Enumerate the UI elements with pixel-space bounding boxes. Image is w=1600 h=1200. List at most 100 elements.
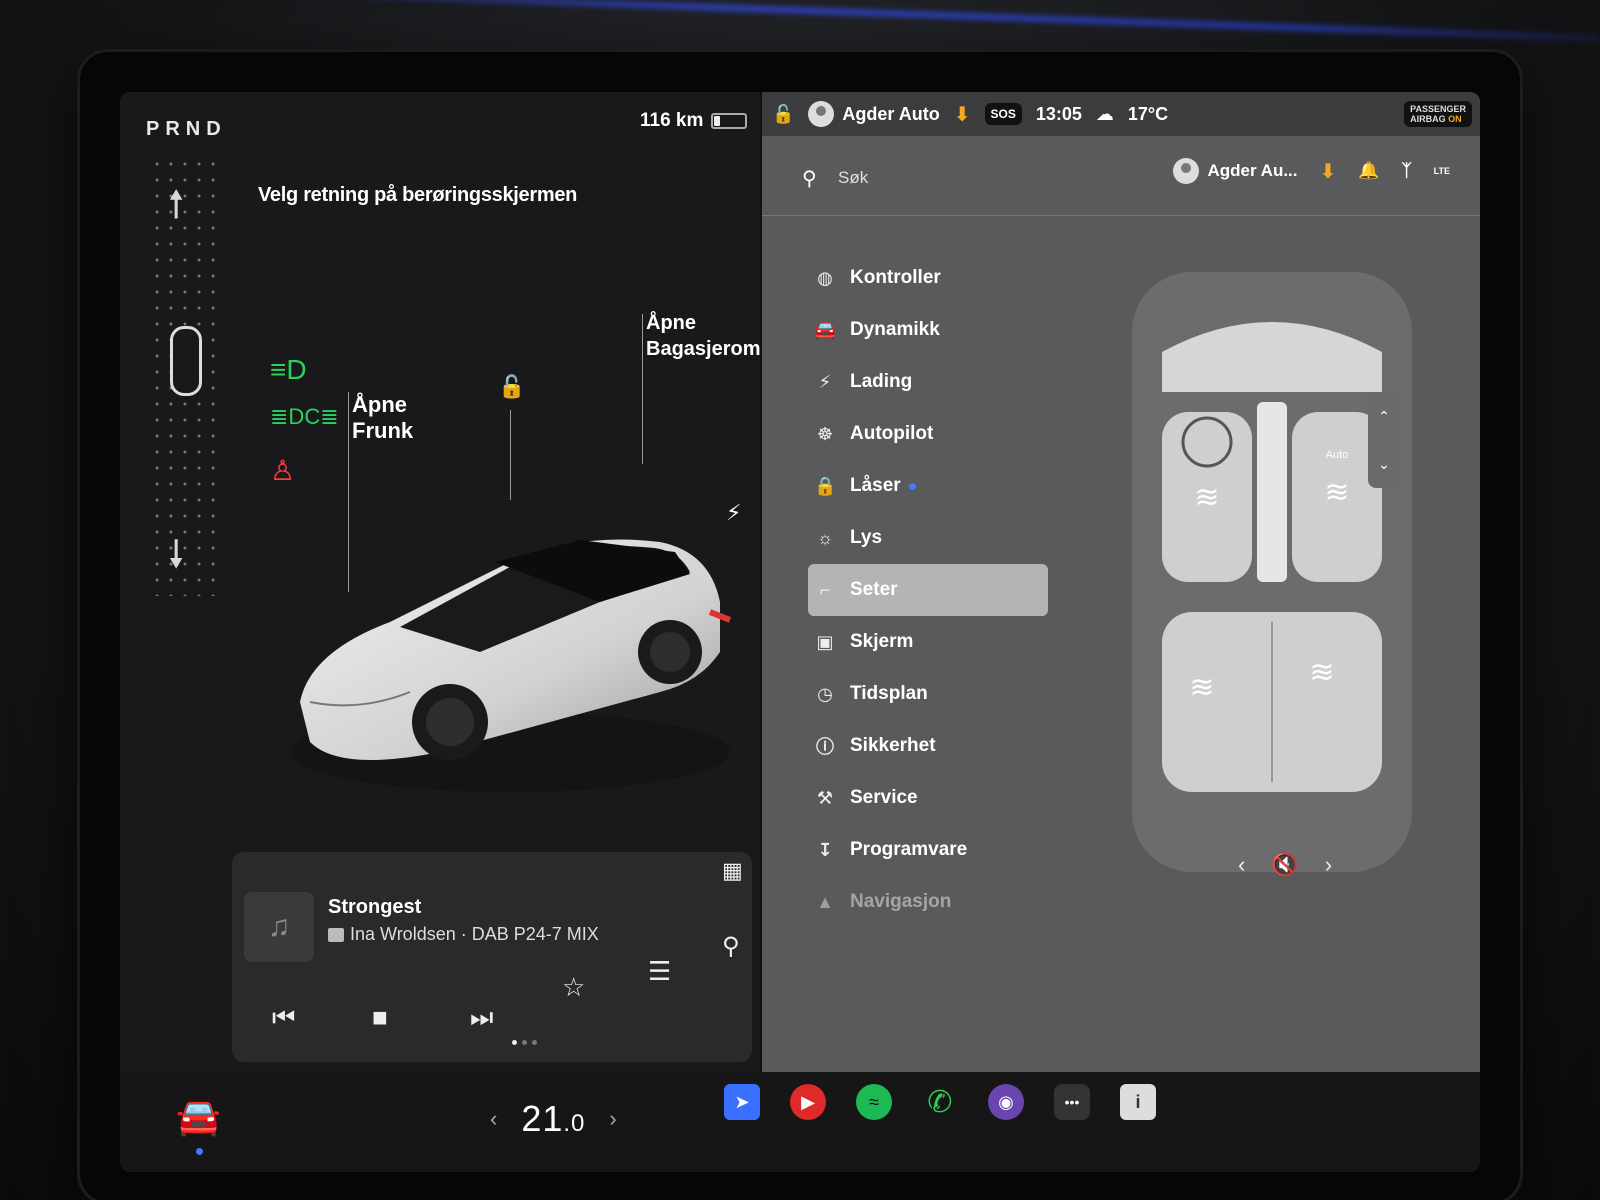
menu-item-label: Navigasjon — [850, 891, 952, 912]
youtube-music-icon[interactable]: ▶ — [790, 1084, 826, 1120]
status-bar: 🔓 Agder Auto ⬇ SOS 13:05 ☁ 17°C PASSENGE… — [762, 92, 1480, 136]
menu-item-label: Lys — [850, 527, 883, 548]
software-download-icon[interactable]: ⬇ — [954, 102, 971, 127]
menu-item-lading[interactable]: ⚡ Lading — [808, 356, 1048, 408]
navigation-icon: ▲ — [816, 891, 834, 912]
parking-light-icon: ≣DC≣ — [270, 404, 339, 429]
profile-button[interactable]: Agder Auto — [808, 101, 940, 127]
menu-item-service[interactable]: ⚒ Service — [808, 772, 1048, 824]
arrow-up-icon[interactable]: 🠕 — [168, 176, 184, 241]
svg-text:≋: ≋ — [1324, 476, 1349, 509]
frunk-label-line2: Frunk — [352, 418, 414, 443]
bluetooth-icon[interactable]: ᛉ — [1401, 161, 1411, 181]
settings-panel: 🔓 Agder Auto ⬇ SOS 13:05 ☁ 17°C PASSENGE… — [762, 92, 1480, 1072]
ambient-light — [150, 0, 1600, 42]
airbag-label-line2: AIRBAG — [1410, 114, 1446, 124]
menu-item-label: Skjerm — [850, 631, 914, 652]
profile-name: Agder Auto — [842, 103, 940, 124]
media-source-icon[interactable]: ▦ — [722, 858, 743, 884]
menu-item-seter[interactable]: ⌐ Seter — [808, 564, 1048, 616]
avatar — [808, 101, 835, 127]
equalizer-icon[interactable]: ☰ — [648, 956, 671, 987]
open-trunk-button[interactable]: Åpne Bagasjerom — [646, 310, 761, 362]
network-label: LTE — [1433, 166, 1450, 176]
menu-item-label: Seter — [850, 579, 898, 600]
menu-item-autopilot[interactable]: ☸ Autopilot — [808, 408, 1048, 460]
auto-seat-heater-label: Auto — [1326, 449, 1349, 461]
temp-down-chevron-icon[interactable]: ‹ — [490, 1106, 497, 1132]
trunk-callout-line — [642, 314, 643, 464]
headlight-icon: ≡D — [270, 354, 307, 385]
temp-up-chevron-icon[interactable]: › — [609, 1106, 616, 1132]
media-search-icon[interactable]: ⚲ — [722, 932, 740, 961]
menu-item-lys[interactable]: ☼ Lys — [808, 512, 1048, 564]
menu-item-label: Låser — [850, 475, 901, 496]
trunk-label-line1: Åpne — [646, 312, 696, 334]
phone-icon[interactable]: ✆ — [922, 1084, 958, 1120]
track-artist-station: Ina Wroldsen · DAB P24-7 MIX — [350, 924, 599, 944]
volume-up-chevron-icon[interactable]: › — [1325, 852, 1332, 878]
mute-icon[interactable]: 🔇 — [1271, 852, 1298, 878]
range-indicator: 116 km — [640, 110, 748, 132]
radio-icon — [328, 927, 344, 942]
menu-item-skjerm[interactable]: ▣ Skjerm — [808, 616, 1048, 668]
download-icon[interactable]: ⬇ — [1320, 159, 1337, 184]
menu-item-label: Tidsplan — [850, 683, 928, 704]
arrow-down-icon[interactable]: 🠗 — [168, 526, 184, 591]
car-icon[interactable]: 🚘 — [176, 1096, 221, 1138]
car-icon: 🚘 — [814, 319, 837, 340]
car-3d-render — [290, 539, 732, 792]
chevron-up-icon[interactable]: ⌃ — [1378, 408, 1390, 425]
settings-menu: ◍ Kontroller 🚘 Dynamikk ⚡ Lading ☸ Autopilot 🔒 Lå… — [808, 252, 1048, 928]
gear-drive-strip[interactable]: 🠕 🠗 — [150, 156, 220, 596]
sos-button[interactable]: SOS — [984, 103, 1022, 125]
display-icon: ▣ — [816, 631, 834, 652]
track-subtitle: Ina Wroldsen · DAB P24-7 MIX — [328, 924, 599, 945]
search-icon[interactable]: ⚲ — [802, 166, 817, 191]
menu-item-navigasjon[interactable]: ▲ Navigasjon — [808, 876, 1048, 928]
next-track-icon[interactable]: ⏭ — [470, 1002, 493, 1034]
airbag-label-line1: PASSENGER — [1410, 104, 1466, 114]
settings-profile-button[interactable]: Agder Au... — [1173, 158, 1298, 184]
menu-item-låser[interactable]: 🔒 Låser — [808, 460, 1048, 512]
download-icon: ↧ — [817, 839, 833, 860]
favorite-star-icon[interactable]: ☆ — [562, 972, 585, 1003]
seat-view-scroller[interactable]: ⌃ ⌄ — [1368, 392, 1400, 488]
stop-icon[interactable]: ■ — [372, 1002, 388, 1033]
bolt-icon: ⚡ — [818, 371, 832, 392]
camera-icon[interactable]: ◉ — [988, 1084, 1024, 1120]
spotify-icon[interactable]: ≈ — [856, 1084, 892, 1120]
svg-text:≋: ≋ — [1194, 481, 1219, 514]
wrench-icon: ⚒ — [816, 787, 834, 808]
temp-whole: 21 — [521, 1098, 564, 1139]
menu-item-label: Lading — [850, 371, 913, 392]
more-apps-icon[interactable]: ••• — [1054, 1084, 1090, 1120]
previous-track-icon[interactable]: ⏮ — [272, 1002, 295, 1034]
menu-item-kontroller[interactable]: ◍ Kontroller — [808, 252, 1048, 304]
sun-icon: ☼ — [816, 527, 834, 548]
navigation-app-icon[interactable]: ➤ — [724, 1084, 760, 1120]
chevron-down-icon[interactable]: ⌄ — [1378, 456, 1390, 473]
settings-header-icons: Agder Au... ⬇ 🔔 ᛉ LTE — [1173, 158, 1450, 184]
menu-item-sikkerhet[interactable]: ⓘ Sikkerhet — [808, 720, 1048, 772]
app-launcher: ➤ ▶ ≈ ✆ ◉ ••• i — [724, 1084, 1156, 1120]
menu-item-programvare[interactable]: ↧ Programvare — [808, 824, 1048, 876]
open-frunk-button[interactable]: Åpne Frunk — [352, 392, 413, 444]
search-input[interactable]: Søk — [838, 168, 868, 188]
info-icon[interactable]: i — [1120, 1084, 1156, 1120]
cabin-temperature[interactable]: 21.0 — [521, 1098, 585, 1140]
battery-icon — [711, 113, 748, 129]
bell-icon[interactable]: 🔔 — [1358, 161, 1379, 181]
toggle-icon: ◍ — [817, 267, 833, 288]
menu-item-tidsplan[interactable]: ◷ Tidsplan — [808, 668, 1048, 720]
media-player: ♫ Strongest Ina Wroldsen · DAB P24-7 MIX… — [232, 852, 752, 1062]
passenger-airbag-status: PASSENGER AIRBAG ON — [1404, 101, 1472, 127]
menu-item-dynamikk[interactable]: 🚘 Dynamikk — [808, 304, 1048, 356]
settings-search-bar[interactable]: ⚲ Søk Agder Au... ⬇ 🔔 ᛉ LTE — [762, 140, 1480, 216]
gear-selector-label: PRND — [146, 118, 227, 140]
lock-status-icon[interactable]: 🔓 — [772, 104, 794, 125]
volume-down-chevron-icon[interactable]: ‹ — [1238, 852, 1245, 878]
steering-wheel-icon: ☸ — [816, 423, 834, 444]
unlock-icon[interactable]: 🔓 — [498, 374, 525, 400]
battery-fill — [714, 116, 721, 126]
